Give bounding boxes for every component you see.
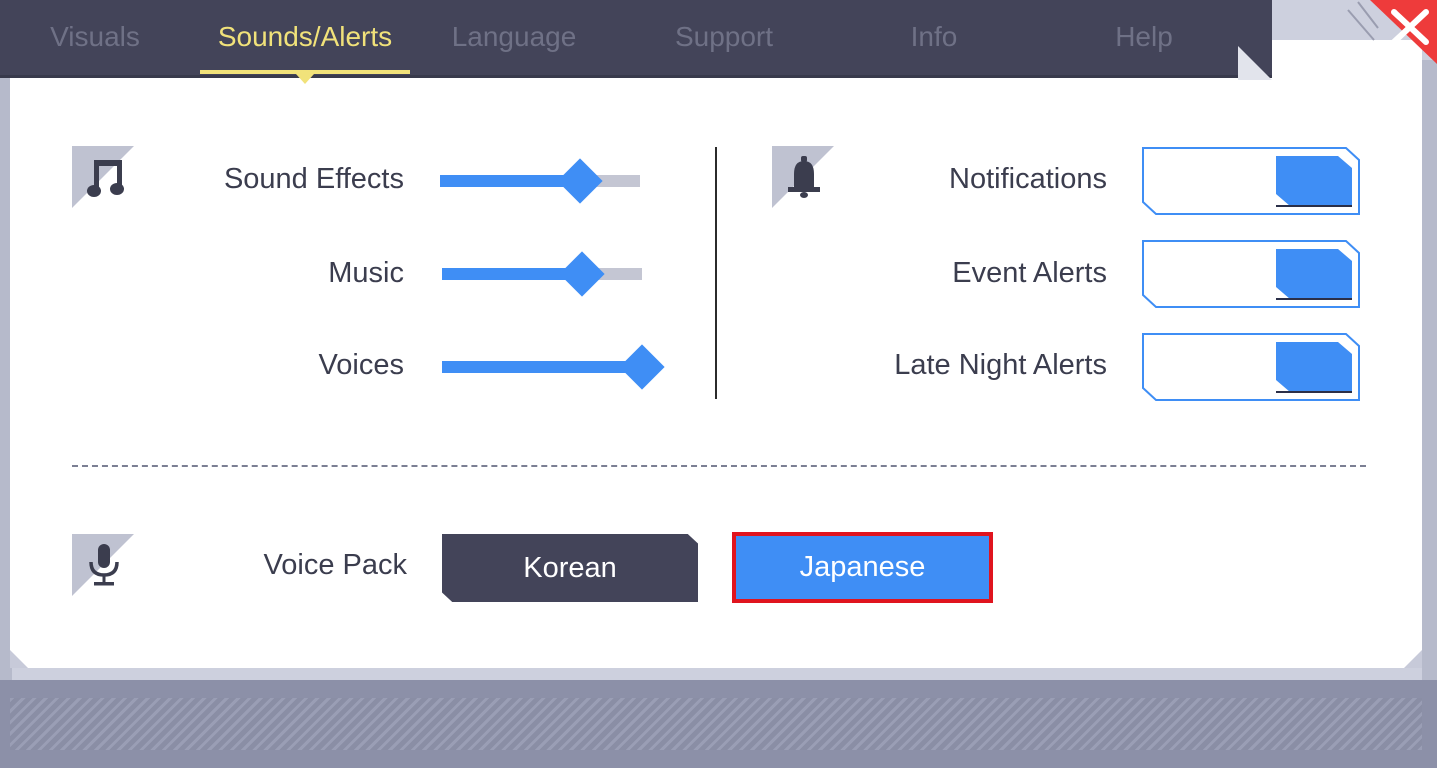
- event-alerts-label: Event Alerts: [952, 257, 1107, 289]
- toggle-graphic: [1142, 333, 1360, 401]
- toggle-graphic: [1142, 240, 1360, 308]
- close-button[interactable]: [1370, 0, 1437, 64]
- late-night-alerts-toggle[interactable]: [1142, 333, 1360, 401]
- section-divider-dashed: [72, 465, 1366, 467]
- slider-fill: [442, 361, 642, 373]
- notifications-label: Notifications: [949, 163, 1107, 195]
- music-label: Music: [328, 257, 404, 289]
- toggle-graphic: [1142, 147, 1360, 215]
- close-icon: [1370, 0, 1437, 64]
- voices-slider[interactable]: [442, 344, 665, 390]
- tab-info[interactable]: Info: [880, 0, 988, 74]
- section-divider-vertical: [715, 147, 717, 399]
- active-tab-pointer: [296, 74, 314, 84]
- microphone-icon: [89, 544, 119, 586]
- panel-corner-decoration: [10, 650, 28, 668]
- bell-icon: [788, 156, 820, 198]
- sound-effects-slider[interactable]: [440, 158, 660, 204]
- music-note-icon: [87, 160, 124, 197]
- tab-support[interactable]: Support: [650, 0, 798, 74]
- tab-bar: Visuals Sounds/Alerts Language Support I…: [0, 0, 1272, 78]
- slider-knob[interactable]: [557, 158, 603, 204]
- panel-corner-decoration: [1404, 650, 1422, 668]
- music-slider[interactable]: [442, 251, 662, 297]
- notifications-toggle[interactable]: [1142, 147, 1360, 215]
- toggle-knob: [1276, 156, 1352, 206]
- voice-pack-korean-button[interactable]: Korean: [442, 534, 698, 602]
- tab-visuals[interactable]: Visuals: [30, 0, 160, 74]
- slider-knob[interactable]: [619, 344, 665, 390]
- voices-label: Voices: [318, 349, 404, 381]
- late-night-alerts-label: Late Night Alerts: [894, 349, 1107, 381]
- toggle-knob: [1276, 342, 1352, 392]
- bottom-hatch-pattern: [10, 698, 1422, 750]
- tab-sounds-alerts[interactable]: Sounds/Alerts: [200, 0, 410, 74]
- window-frame-right: [1422, 60, 1437, 680]
- sound-effects-label: Sound Effects: [223, 163, 404, 195]
- voice-pack-label: Voice Pack: [263, 549, 407, 581]
- voice-pack-japanese-button[interactable]: Japanese: [732, 532, 993, 603]
- event-alerts-toggle[interactable]: [1142, 240, 1360, 308]
- slider-knob[interactable]: [559, 251, 605, 297]
- tab-language[interactable]: Language: [440, 0, 588, 74]
- tab-help[interactable]: Help: [1090, 0, 1198, 74]
- toggle-knob: [1276, 249, 1352, 299]
- tab-bar-fold: [1238, 46, 1272, 80]
